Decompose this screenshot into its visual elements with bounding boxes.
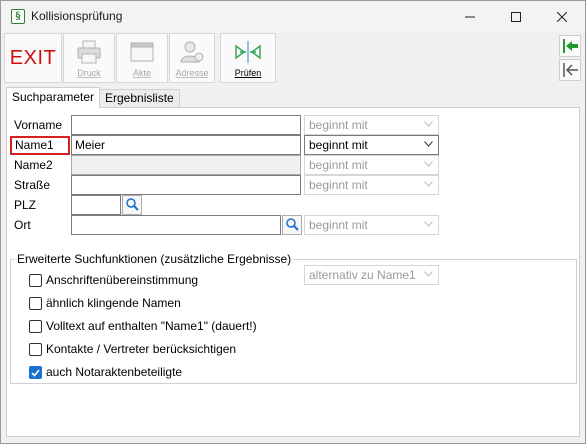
extended-search-legend: Erweiterte Suchfunktionen (zusätzliche E… <box>15 252 294 266</box>
chevron-down-icon <box>424 161 433 167</box>
strasse-mode-select[interactable]: beginnt mit <box>304 175 439 195</box>
option-kontakte-vertreter[interactable]: Kontakte / Vertreter berücksichtigen <box>29 341 236 357</box>
printer-icon <box>77 40 101 64</box>
tab-ergebnisliste[interactable]: Ergebnisliste <box>99 89 180 107</box>
exit-label: EXIT <box>9 47 57 69</box>
vorname-input[interactable] <box>71 115 301 135</box>
folder-window-icon <box>130 42 154 62</box>
checkbox[interactable] <box>29 296 42 310</box>
druck-button[interactable]: Druck <box>63 33 115 83</box>
maximize-icon <box>511 11 521 22</box>
name2-mode-select[interactable]: beginnt mit <box>304 155 439 175</box>
kollisionspruefung-window: § Kollisionsprüfung EXIT Druck Akte Adre… <box>0 0 586 444</box>
option-aehnlich-klingend[interactable]: ähnlich klingende Namen <box>29 295 181 311</box>
vorname-label: Vorname <box>14 118 63 132</box>
druck-label: Druck <box>77 68 101 78</box>
extended-mode-value: alternativ zu Name1 <box>309 268 416 282</box>
search-icon <box>286 218 299 231</box>
option-label: Volltext auf enthalten "Name1" (dauert!) <box>46 319 257 333</box>
import-left-button[interactable] <box>559 35 581 57</box>
extended-mode-select[interactable]: alternativ zu Name1 <box>304 265 439 285</box>
checkbox-checked[interactable] <box>29 365 42 379</box>
vorname-mode-value: beginnt mit <box>309 118 368 132</box>
plz-input[interactable] <box>71 195 121 215</box>
app-paragraph-icon: § <box>11 9 25 24</box>
option-label: Anschriftenübereinstimmung <box>46 273 199 287</box>
option-notaraktenbeteiligte[interactable]: auch Notaraktenbeteiligte <box>29 364 182 380</box>
adresse-label: Adresse <box>175 68 209 78</box>
option-label: auch Notaraktenbeteiligte <box>46 365 183 379</box>
name1-input[interactable]: Meier <box>71 135 301 155</box>
name1-mode-select[interactable]: beginnt mit <box>304 135 439 155</box>
arrow-left-enter-icon <box>563 39 578 53</box>
minimize-icon <box>465 16 475 17</box>
ort-mode-select[interactable]: beginnt mit <box>304 215 439 235</box>
ort-mode-value: beginnt mit <box>309 218 368 232</box>
strasse-label: Straße <box>14 178 51 192</box>
checkbox[interactable] <box>29 273 42 287</box>
akte-label: Akte <box>132 68 151 78</box>
option-label: Kontakte / Vertreter berücksichtigen <box>46 342 237 356</box>
pruefen-button[interactable]: Prüfen <box>220 33 276 83</box>
title-bar: § Kollisionsprüfung <box>1 1 585 32</box>
close-button[interactable] <box>539 1 585 32</box>
window-title: Kollisionsprüfung <box>31 9 123 23</box>
close-icon <box>557 11 567 22</box>
arrow-left-exit-icon <box>563 63 578 77</box>
option-label: ähnlich klingende Namen <box>46 296 181 310</box>
ort-search-button[interactable] <box>282 215 302 235</box>
pruefen-label: Prüfen <box>234 68 262 78</box>
plz-search-button[interactable] <box>122 195 142 215</box>
chevron-down-icon <box>424 221 433 227</box>
chevron-down-icon <box>424 271 433 277</box>
ort-input[interactable] <box>71 215 281 235</box>
chevron-down-icon <box>424 181 433 187</box>
akte-button[interactable]: Akte <box>116 33 168 83</box>
minimize-button[interactable] <box>447 1 493 32</box>
name2-label: Name2 <box>14 158 53 172</box>
vorname-mode-select[interactable]: beginnt mit <box>304 115 439 135</box>
strasse-input[interactable] <box>71 175 301 195</box>
name2-input[interactable] <box>71 155 301 175</box>
name1-label: Name1 <box>10 136 70 155</box>
plz-label: PLZ <box>14 198 37 212</box>
chevron-down-icon <box>424 121 433 127</box>
name2-mode-value: beginnt mit <box>309 158 368 172</box>
name1-mode-value: beginnt mit <box>309 138 368 152</box>
option-volltext[interactable]: Volltext auf enthalten "Name1" (dauert!) <box>29 318 257 334</box>
ort-label: Ort <box>14 218 31 232</box>
chevron-down-icon <box>424 141 433 147</box>
toolbar: EXIT Druck Akte Adresse Prüfen <box>1 32 585 83</box>
adresse-button[interactable]: Adresse <box>169 33 215 83</box>
exit-button[interactable]: EXIT <box>4 33 62 83</box>
checkbox[interactable] <box>29 342 42 356</box>
checkmark-icon <box>31 368 40 377</box>
strasse-mode-value: beginnt mit <box>309 178 368 192</box>
export-left-button[interactable] <box>559 59 581 81</box>
maximize-button[interactable] <box>493 1 539 32</box>
person-address-icon <box>180 41 204 63</box>
tab-suchparameter[interactable]: Suchparameter <box>6 87 101 108</box>
checkbox[interactable] <box>29 319 42 333</box>
collision-check-icon <box>235 41 261 63</box>
option-anschriften[interactable]: Anschriftenübereinstimmung <box>29 272 198 288</box>
search-icon <box>126 198 139 211</box>
